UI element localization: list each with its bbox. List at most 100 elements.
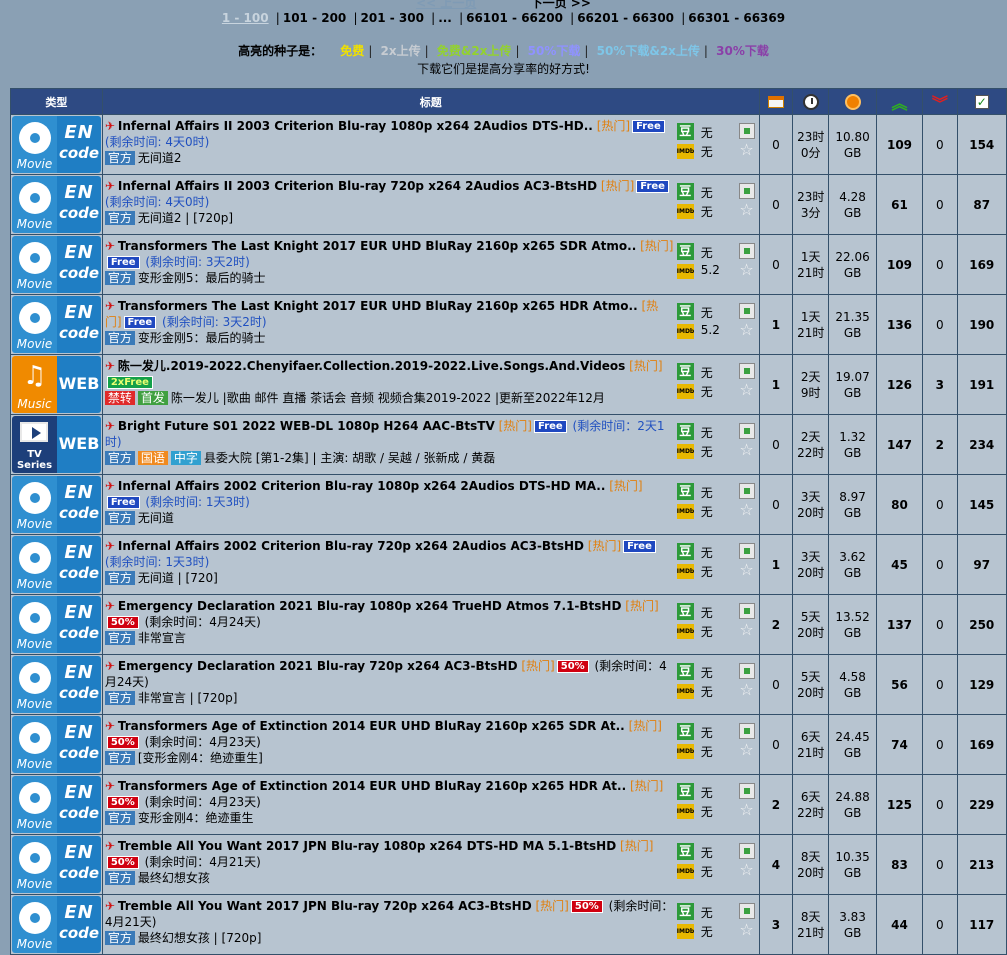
leechers-count[interactable]: 0 <box>922 114 958 175</box>
download-icon[interactable] <box>738 603 755 619</box>
page-link[interactable]: 201 - 300 <box>361 11 424 25</box>
torrent-title-link[interactable]: Infernal Affairs 2002 Criterion Blu-ray … <box>118 539 584 553</box>
next-page-link[interactable]: 下一页 >> <box>531 0 591 10</box>
seeders-count[interactable]: 56 <box>875 654 924 715</box>
snatched-count[interactable]: 234 <box>956 414 1007 475</box>
header-type[interactable]: 类型 <box>10 88 103 115</box>
comments-count[interactable]: 0 <box>758 714 794 775</box>
comments-count[interactable]: 3 <box>758 894 794 955</box>
snatched-count[interactable]: 129 <box>956 654 1007 715</box>
download-icon[interactable] <box>738 423 755 439</box>
leechers-count[interactable]: 3 <box>922 354 958 415</box>
download-icon[interactable] <box>738 363 755 379</box>
bookmark-star-icon[interactable]: ☆ <box>739 202 753 218</box>
comments-count[interactable]: 0 <box>758 414 794 475</box>
seeders-count[interactable]: 109 <box>875 114 924 175</box>
comments-count[interactable]: 0 <box>758 234 794 295</box>
bookmark-star-icon[interactable]: ☆ <box>739 502 753 518</box>
seeders-count[interactable]: 45 <box>875 534 924 595</box>
seeders-count[interactable]: 109 <box>875 234 924 295</box>
page-link[interactable]: 66301 - 66369 <box>688 11 785 25</box>
bookmark-star-icon[interactable]: ☆ <box>739 262 753 278</box>
snatched-count[interactable]: 169 <box>956 714 1007 775</box>
leechers-count[interactable]: 0 <box>922 714 958 775</box>
category-cell[interactable]: Movie EN code <box>10 114 103 175</box>
download-icon[interactable] <box>738 543 755 559</box>
category-cell[interactable]: TV Series WEB <box>10 414 103 475</box>
comments-count[interactable]: 4 <box>758 834 794 895</box>
header-leechers[interactable]: ︾ <box>922 88 958 115</box>
snatched-count[interactable]: 87 <box>956 174 1007 235</box>
page-link[interactable]: 66101 - 66200 <box>466 11 563 25</box>
comments-count[interactable]: 2 <box>758 774 794 835</box>
comments-count[interactable]: 1 <box>758 294 794 355</box>
category-cell[interactable]: ♫ Music WEB <box>10 354 103 415</box>
leechers-count[interactable]: 0 <box>922 654 958 715</box>
leechers-count[interactable]: 2 <box>922 414 958 475</box>
category-cell[interactable]: Movie EN code <box>10 294 103 355</box>
bookmark-star-icon[interactable]: ☆ <box>739 382 753 398</box>
category-badge[interactable]: Movie EN code <box>12 116 101 173</box>
category-badge[interactable]: Movie EN code <box>12 596 101 653</box>
bookmark-star-icon[interactable]: ☆ <box>739 862 753 878</box>
category-cell[interactable]: Movie EN code <box>10 774 103 835</box>
comments-count[interactable]: 1 <box>758 534 794 595</box>
category-cell[interactable]: Movie EN code <box>10 234 103 295</box>
download-icon[interactable] <box>738 903 755 919</box>
torrent-title-link[interactable]: Tremble All You Want 2017 JPN Blu-ray 10… <box>118 839 616 853</box>
seeders-count[interactable]: 80 <box>875 474 924 535</box>
bookmark-star-icon[interactable]: ☆ <box>739 922 753 938</box>
category-badge[interactable]: TV Series WEB <box>12 416 101 473</box>
category-badge[interactable]: ♫ Music WEB <box>12 356 101 413</box>
torrent-title-link[interactable]: Infernal Affairs 2002 Criterion Blu-ray … <box>118 479 606 493</box>
comments-count[interactable]: 1 <box>758 354 794 415</box>
category-cell[interactable]: Movie EN code <box>10 714 103 775</box>
category-cell[interactable]: Movie EN code <box>10 834 103 895</box>
torrent-title-link[interactable]: Infernal Affairs II 2003 Criterion Blu-r… <box>118 119 593 133</box>
category-cell[interactable]: Movie EN code <box>10 474 103 535</box>
leechers-count[interactable]: 0 <box>922 294 958 355</box>
seeders-count[interactable]: 147 <box>875 414 924 475</box>
download-icon[interactable] <box>738 783 755 799</box>
bookmark-star-icon[interactable]: ☆ <box>739 742 753 758</box>
seeders-count[interactable]: 61 <box>875 174 924 235</box>
seeders-count[interactable]: 74 <box>875 714 924 775</box>
page-link[interactable]: 101 - 200 <box>283 11 346 25</box>
snatched-count[interactable]: 213 <box>956 834 1007 895</box>
torrent-title-link[interactable]: Transformers Age of Extinction 2014 EUR … <box>118 779 626 793</box>
leechers-count[interactable]: 0 <box>922 174 958 235</box>
snatched-count[interactable]: 145 <box>956 474 1007 535</box>
comments-count[interactable]: 0 <box>758 174 794 235</box>
category-badge[interactable]: Movie EN code <box>12 236 101 293</box>
leechers-count[interactable]: 0 <box>922 834 958 895</box>
bookmark-star-icon[interactable]: ☆ <box>739 442 753 458</box>
category-badge[interactable]: Movie EN code <box>12 476 101 533</box>
bookmark-star-icon[interactable]: ☆ <box>739 322 753 338</box>
leechers-count[interactable]: 0 <box>922 774 958 835</box>
category-badge[interactable]: Movie EN code <box>12 536 101 593</box>
bookmark-star-icon[interactable]: ☆ <box>739 802 753 818</box>
leechers-count[interactable]: 0 <box>922 594 958 655</box>
seeders-count[interactable]: 125 <box>875 774 924 835</box>
snatched-count[interactable]: 229 <box>956 774 1007 835</box>
snatched-count[interactable]: 117 <box>956 894 1007 955</box>
download-icon[interactable] <box>738 303 755 319</box>
category-cell[interactable]: Movie EN code <box>10 174 103 235</box>
bookmark-star-icon[interactable]: ☆ <box>739 622 753 638</box>
download-icon[interactable] <box>738 483 755 499</box>
comments-count[interactable]: 0 <box>758 474 794 535</box>
category-cell[interactable]: Movie EN code <box>10 594 103 655</box>
bookmark-star-icon[interactable]: ☆ <box>739 562 753 578</box>
category-badge[interactable]: Movie EN code <box>12 656 101 713</box>
header-snatched[interactable]: ✓ <box>956 88 1007 115</box>
seeders-count[interactable]: 136 <box>875 294 924 355</box>
leechers-count[interactable]: 0 <box>922 894 958 955</box>
leechers-count[interactable]: 0 <box>922 534 958 595</box>
prev-page-link[interactable]: << 上一页 <box>416 0 476 10</box>
snatched-count[interactable]: 250 <box>956 594 1007 655</box>
seeders-count[interactable]: 137 <box>875 594 924 655</box>
snatched-count[interactable]: 154 <box>956 114 1007 175</box>
snatched-count[interactable]: 191 <box>956 354 1007 415</box>
snatched-count[interactable]: 97 <box>956 534 1007 595</box>
download-icon[interactable] <box>738 723 755 739</box>
